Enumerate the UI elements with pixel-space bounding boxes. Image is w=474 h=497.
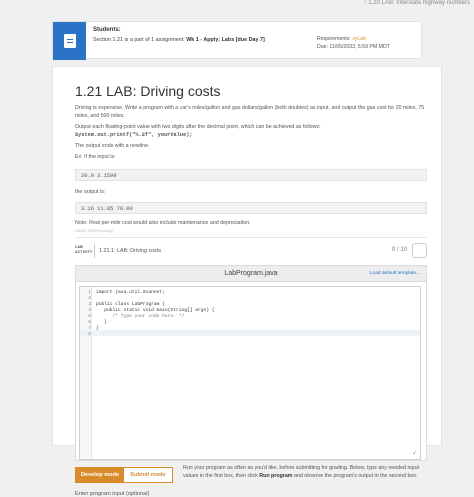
lab-card: 1.21 LAB: Driving costs Driving is expen… (52, 66, 442, 497)
program-input-label: Enter program input (optional) (75, 491, 150, 497)
assignment-badge (53, 22, 86, 60)
develop-mode-button[interactable]: Develop mode (76, 468, 124, 482)
code-area[interactable]: 1 import java.util.Scanner; 2 3 public class… (79, 286, 421, 460)
format-text: Output each floating-point value with tw… (75, 124, 321, 130)
next-section-label: 1.20 LAB: Interstate highway numbers (368, 0, 470, 6)
line-number: 6 (88, 320, 91, 325)
document-icon (63, 34, 76, 48)
newline-text: The output ends with a newline. (75, 143, 150, 149)
next-section-link[interactable]: ↑ 1.20 LAB: Interstate highway numbers (364, 0, 470, 6)
resize-handle-icon[interactable]: ↙ (413, 450, 417, 456)
assignment-name-link[interactable]: Wk 1 - Apply: Labs [due Day 7] (186, 37, 265, 43)
requirements: Requirements: zyLab (317, 36, 366, 42)
example-input: 20.0 3.1599 (75, 169, 427, 181)
line-number: 3 (88, 302, 91, 307)
section-info: Section 1.21 is a part of 1 assignment: … (93, 37, 265, 43)
due-date: Due: 11/05/2033, 5:59 PM MDT (317, 44, 390, 50)
line-number: 7 (88, 326, 91, 331)
code-line: } (96, 320, 108, 325)
lab-description: Driving is expensive. Write a program wi… (75, 105, 425, 119)
code-editor: LabProgram.java Load default template...… (75, 265, 427, 461)
code-line: public class LabProgram { (96, 302, 165, 307)
line-number: 2 (88, 296, 91, 301)
code-line: public static void main(String[] args) { (96, 308, 215, 313)
line-number: 4 (88, 308, 91, 313)
assignment-banner: Students: Section 1.21 is a part of 1 as… (52, 21, 422, 60)
activity-score: 0 / 10 (391, 247, 407, 253)
activity-name: 1.21.1: LAB: Driving costs (99, 248, 162, 254)
badge-line2: ACTIVITY (75, 250, 93, 254)
divider (75, 237, 427, 238)
editor-header: LabProgram.java Load default template... (76, 266, 426, 282)
page-title: 1.21 LAB: Driving costs (75, 83, 221, 99)
activity-header: LAB ACTIVITY 1.21.1: LAB: Driving costs … (75, 243, 427, 261)
run-info-bold: Run program (259, 472, 293, 479)
completion-checkbox-icon (412, 243, 427, 258)
requirements-label: Requirements: (317, 36, 353, 42)
code-line: } (96, 326, 99, 331)
submit-mode-button[interactable]: Submit mode (124, 468, 172, 482)
lab-activity-badge: LAB ACTIVITY (75, 245, 92, 255)
content-hash: 466482.3388016.qx3zqy7 (75, 229, 115, 233)
code-line: /* Type your code here. */ (96, 314, 185, 319)
line-number: 8 (88, 332, 91, 337)
load-default-template-link[interactable]: Load default template... (370, 271, 420, 276)
run-instructions: Run your program as often as you'd like,… (183, 465, 429, 480)
section-prefix: Section 1.21 is a part of 1 assignment: (93, 37, 187, 43)
note-text: Note: Real per-mile cost would also incl… (75, 220, 251, 226)
format-code: System.out.printf("%.2f", yourValue); (75, 132, 193, 138)
badge-separator (94, 244, 95, 258)
example-intro: Ex: If the input is: (75, 154, 116, 160)
active-line-highlight (80, 330, 420, 336)
requirements-value: zyLab (352, 36, 367, 42)
students-label: Students: (93, 27, 121, 33)
mode-toggle: Develop mode Submit mode (75, 467, 173, 483)
output-intro: the output is: (75, 189, 106, 195)
up-arrow-icon: ↑ (363, 0, 367, 6)
run-info-part2: and observe the program's output in the … (292, 472, 418, 479)
example-output: 3.16 11.85 79.00 (75, 202, 427, 214)
line-number: 1 (88, 290, 91, 295)
line-number: 5 (88, 314, 91, 319)
code-line: import java.util.Scanner; (96, 290, 165, 295)
